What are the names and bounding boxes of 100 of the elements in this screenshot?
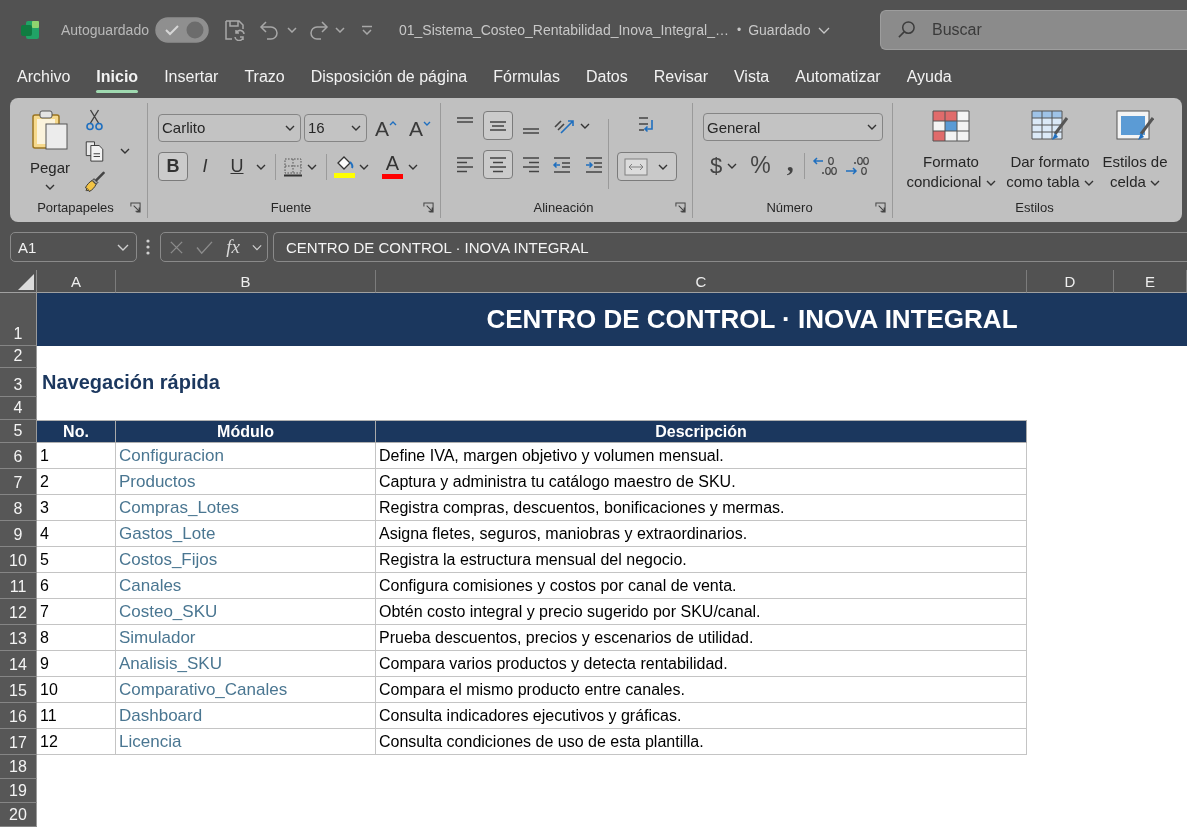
column-header[interactable]: E: [1114, 270, 1187, 293]
merge-center-button[interactable]: [617, 152, 677, 181]
conditional-format-button[interactable]: Formato condicional: [901, 107, 1001, 196]
row-header[interactable]: 19: [0, 779, 37, 803]
chevron-down-icon[interactable]: [580, 122, 590, 129]
format-table-button[interactable]: Dar formato como tabla: [1001, 107, 1099, 196]
comma-style-button[interactable]: ,: [785, 151, 795, 180]
row-header[interactable]: 3: [0, 368, 37, 397]
chevron-down-icon[interactable]: [286, 27, 297, 33]
row-header[interactable]: 18: [0, 755, 37, 779]
menu-tab[interactable]: Automatizar: [782, 62, 894, 96]
module-link[interactable]: Dashboard: [119, 706, 203, 726]
undo-icon[interactable]: [258, 19, 281, 41]
number-format-dropdown[interactable]: General: [703, 113, 883, 141]
dialog-launcher-icon[interactable]: [423, 201, 434, 213]
save-icon[interactable]: [223, 19, 246, 41]
module-link[interactable]: Configuracion: [119, 446, 224, 466]
row-header[interactable]: 1: [0, 293, 37, 346]
customize-toolbar-icon[interactable]: [360, 25, 373, 35]
row-header[interactable]: 16: [0, 703, 37, 729]
dialog-launcher-icon[interactable]: [875, 201, 886, 213]
grow-font-button[interactable]: A: [374, 113, 398, 142]
column-header[interactable]: C: [376, 270, 1027, 293]
chevron-down-icon[interactable]: [45, 184, 55, 190]
increase-decimal-icon[interactable]: [811, 154, 838, 177]
column-header[interactable]: A: [37, 270, 116, 293]
decrease-decimal-icon[interactable]: [843, 154, 870, 177]
module-link[interactable]: Productos: [119, 472, 196, 492]
bold-button[interactable]: B: [158, 152, 188, 181]
module-link[interactable]: Analisis_SKU: [119, 654, 222, 674]
percent-button[interactable]: %: [749, 151, 772, 180]
row-header[interactable]: 20: [0, 803, 37, 827]
menu-tab[interactable]: Trazo: [231, 62, 298, 96]
chevron-down-icon[interactable]: [359, 163, 369, 170]
dialog-launcher-icon[interactable]: [675, 201, 686, 213]
font-name-dropdown[interactable]: Carlito: [158, 113, 301, 142]
decrease-indent-icon[interactable]: [552, 154, 572, 175]
row-header[interactable]: 11: [0, 573, 37, 599]
column-header[interactable]: D: [1027, 270, 1114, 293]
module-link[interactable]: Costeo_SKU: [119, 602, 218, 622]
menu-tab[interactable]: Fórmulas: [480, 62, 573, 96]
select-all-icon[interactable]: [18, 274, 34, 290]
module-link[interactable]: Licencia: [119, 732, 182, 752]
menu-tab[interactable]: Disposición de página: [297, 62, 481, 96]
menu-tab[interactable]: Datos: [572, 62, 641, 96]
row-header[interactable]: 5: [0, 420, 37, 443]
menu-tab[interactable]: Insertar: [151, 62, 232, 96]
module-link[interactable]: Gastos_Lote: [119, 524, 216, 544]
align-middle-button[interactable]: [483, 111, 513, 140]
menu-tab[interactable]: Inicio: [83, 62, 152, 96]
row-header[interactable]: 4: [0, 397, 37, 420]
module-link[interactable]: Costos_Fijos: [119, 550, 218, 570]
menu-tab[interactable]: Vista: [720, 62, 783, 96]
currency-button[interactable]: $: [709, 151, 724, 180]
row-header[interactable]: 2: [0, 346, 37, 368]
chevron-down-icon[interactable]: [120, 148, 130, 154]
row-header[interactable]: 7: [0, 469, 37, 495]
name-box[interactable]: A1: [10, 232, 137, 262]
paste-button[interactable]: Pegar: [24, 106, 76, 196]
align-center-button[interactable]: [483, 150, 513, 179]
italic-button[interactable]: I: [190, 152, 220, 181]
underline-button[interactable]: U: [222, 152, 252, 181]
insert-function-button[interactable]: fx: [225, 235, 241, 259]
menu-tab[interactable]: Ayuda: [893, 62, 965, 96]
search-field[interactable]: Buscar: [880, 10, 1187, 50]
font-size-dropdown[interactable]: 16: [304, 113, 367, 142]
row-header[interactable]: 10: [0, 547, 37, 573]
module-link[interactable]: Simulador: [119, 628, 196, 648]
menu-tab[interactable]: Archivo: [4, 62, 84, 96]
save-status[interactable]: Guardado: [748, 22, 811, 38]
row-header[interactable]: 14: [0, 651, 37, 677]
chevron-down-icon[interactable]: [408, 163, 418, 170]
paintbrush-icon[interactable]: [84, 171, 105, 193]
module-link[interactable]: Comparativo_Canales: [119, 680, 288, 700]
module-link[interactable]: Compras_Lotes: [119, 498, 239, 518]
borders-icon[interactable]: [283, 156, 303, 177]
row-header[interactable]: 15: [0, 677, 37, 703]
chevron-down-icon[interactable]: [256, 163, 266, 170]
copy-icon[interactable]: [84, 140, 105, 162]
module-link[interactable]: Canales: [119, 576, 182, 596]
row-header[interactable]: 12: [0, 599, 37, 625]
shrink-font-button[interactable]: A: [408, 113, 433, 142]
formula-field[interactable]: CENTRO DE CONTROL · INOVA INTEGRAL: [273, 232, 1187, 262]
row-header[interactable]: 6: [0, 443, 37, 469]
chevron-down-icon[interactable]: [727, 162, 738, 169]
chevron-down-icon[interactable]: [334, 27, 345, 33]
row-header[interactable]: 8: [0, 495, 37, 521]
row-header[interactable]: 17: [0, 729, 37, 755]
menu-tab[interactable]: Revisar: [640, 62, 721, 96]
font-color-button[interactable]: A: [381, 153, 404, 180]
chevron-down-icon[interactable]: [307, 163, 317, 170]
scissors-icon[interactable]: [84, 109, 105, 131]
row-header[interactable]: 9: [0, 521, 37, 547]
row-header[interactable]: 13: [0, 625, 37, 651]
increase-indent-icon[interactable]: [584, 154, 604, 175]
cell-styles-button[interactable]: Estilos de celda: [1099, 107, 1171, 196]
checkmark-icon[interactable]: [195, 239, 215, 255]
dialog-launcher-icon[interactable]: [130, 201, 141, 213]
vertical-ellipsis-icon[interactable]: [146, 239, 150, 255]
column-header[interactable]: B: [116, 270, 376, 293]
